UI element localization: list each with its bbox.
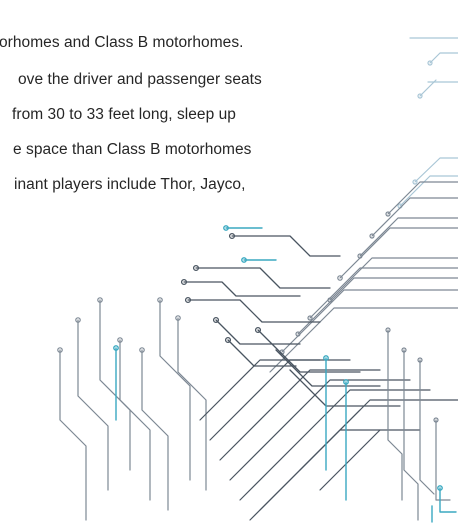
circuit-traces-teal [113,225,457,523]
circuit-traces-bottom [199,359,458,521]
paragraph-line: orhomes and Class B motorhomes. [0,34,244,51]
circuit-traces-left [57,297,207,521]
paragraph-line: e space than Class B motorhomes [13,141,252,158]
paragraph-line: from 30 to 33 feet long, sleep up [12,106,236,123]
paragraph-line: ove the driver and passenger seats [18,71,262,88]
paragraph-line: inant players include Thor, Jayco, [14,176,246,193]
document-page: orhomes and Class B motorhomes. ove the … [0,0,458,528]
